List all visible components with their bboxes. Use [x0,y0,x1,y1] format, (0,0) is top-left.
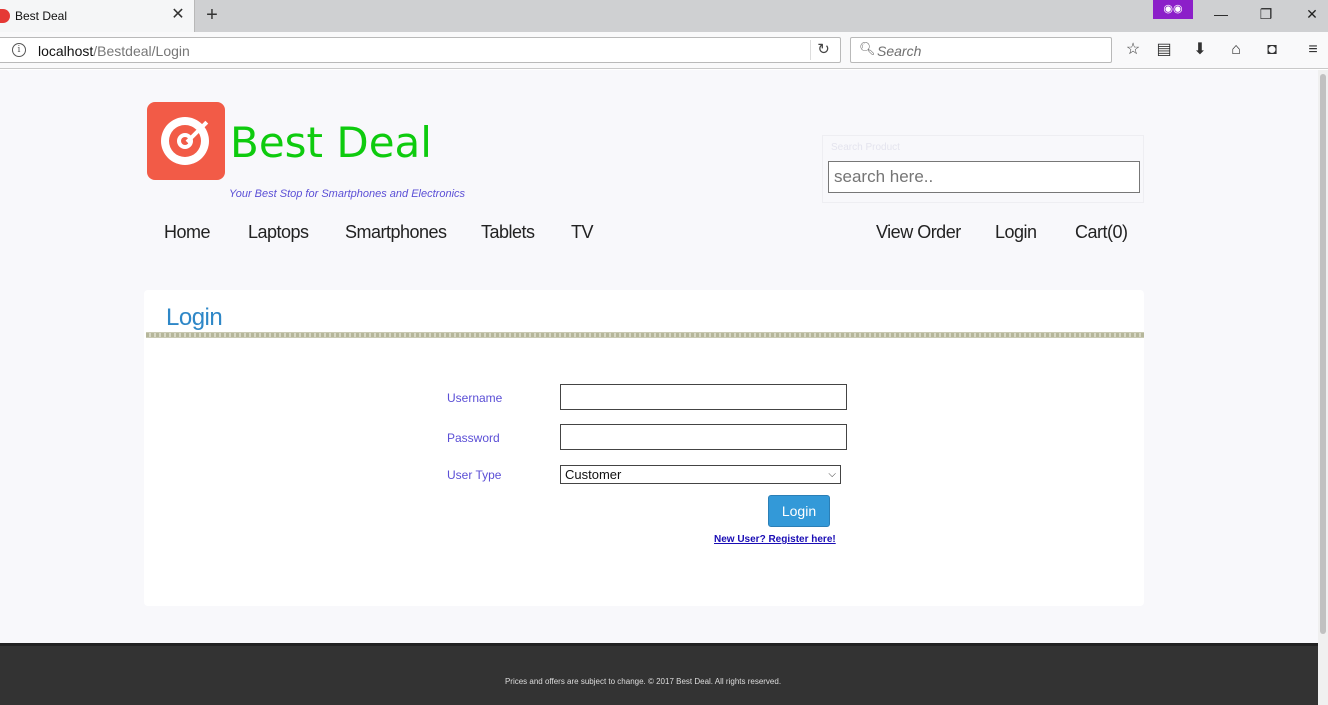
new-tab-button[interactable]: + [203,5,221,25]
nav-view-order[interactable]: View Order [876,222,961,243]
browser-toolbar: i localhost/Bestdeal/Login ↻ 🔍︎ Search ☆… [0,32,1328,69]
password-field[interactable] [560,424,847,450]
product-search: Search Product [822,135,1144,203]
search-input[interactable] [828,161,1140,193]
tab-title: Best Deal [15,9,68,23]
site-tagline: Your Best Stop for Smartphones and Elect… [229,188,466,200]
username-field[interactable] [560,384,847,410]
browser-search-placeholder: Search [877,43,922,59]
info-icon[interactable]: i [12,43,26,57]
reader-icon[interactable]: ▤ [1153,39,1175,61]
logo[interactable] [147,102,225,180]
nav-login[interactable]: Login [995,222,1037,243]
reload-icon[interactable]: ↻ [810,40,836,60]
bookmark-star-icon[interactable]: ☆ [1122,39,1144,61]
nav-tv[interactable]: TV [571,222,594,243]
usertype-selected: Customer [565,467,622,482]
home-icon[interactable]: ⌂ [1225,39,1247,61]
usertype-select[interactable]: Customer ⌵ [560,465,841,484]
username-label: Username [447,391,503,405]
pocket-icon[interactable]: ◘ [1261,39,1283,61]
site-title: Best Deal [230,118,432,167]
divider [146,332,1144,338]
browser-tab[interactable]: Best Deal ✕ [0,0,195,32]
favicon-icon [0,9,10,23]
chevron-down-icon: ⌵ [828,469,836,480]
search-caption: Search Product [831,142,900,153]
nav-cart[interactable]: Cart(0) [1075,222,1128,243]
url-host: localhost [38,43,94,59]
page-title: Login [166,304,223,331]
restore-icon[interactable]: ❐ [1251,4,1281,24]
close-icon[interactable]: ✕ [1297,4,1327,24]
private-mask-icon: ◉◉ [1153,0,1193,19]
login-panel: Login Username Password User Type Custom… [144,290,1144,606]
tab-strip: Best Deal ✕ + ◉◉ — ❐ ✕ [0,0,1328,32]
register-link[interactable]: New User? Register here! [714,534,836,545]
footer: Prices and offers are subject to change.… [0,643,1318,705]
nav-smartphones[interactable]: Smartphones [345,222,447,243]
tab-close-icon[interactable]: ✕ [169,5,187,25]
address-bar[interactable]: i localhost/Bestdeal/Login ↻ [0,37,841,63]
usertype-label: User Type [447,468,502,482]
footer-text: Prices and offers are subject to change.… [504,677,782,686]
login-button[interactable]: Login [768,495,830,527]
search-icon: 🔍︎ [859,41,876,56]
minimize-icon[interactable]: — [1206,4,1236,24]
menu-icon[interactable]: ≡ [1302,39,1324,61]
url-text: localhost/Bestdeal/Login [38,43,190,59]
password-label: Password [447,431,500,445]
browser-search-input[interactable]: 🔍︎ Search [850,37,1112,63]
url-path: /Bestdeal/Login [93,43,190,59]
nav-laptops[interactable]: Laptops [248,222,309,243]
scrollbar-thumb[interactable] [1320,74,1326,634]
nav-tablets[interactable]: Tablets [481,222,535,243]
download-icon[interactable]: ⬇ [1189,39,1211,61]
nav-home[interactable]: Home [164,222,211,243]
